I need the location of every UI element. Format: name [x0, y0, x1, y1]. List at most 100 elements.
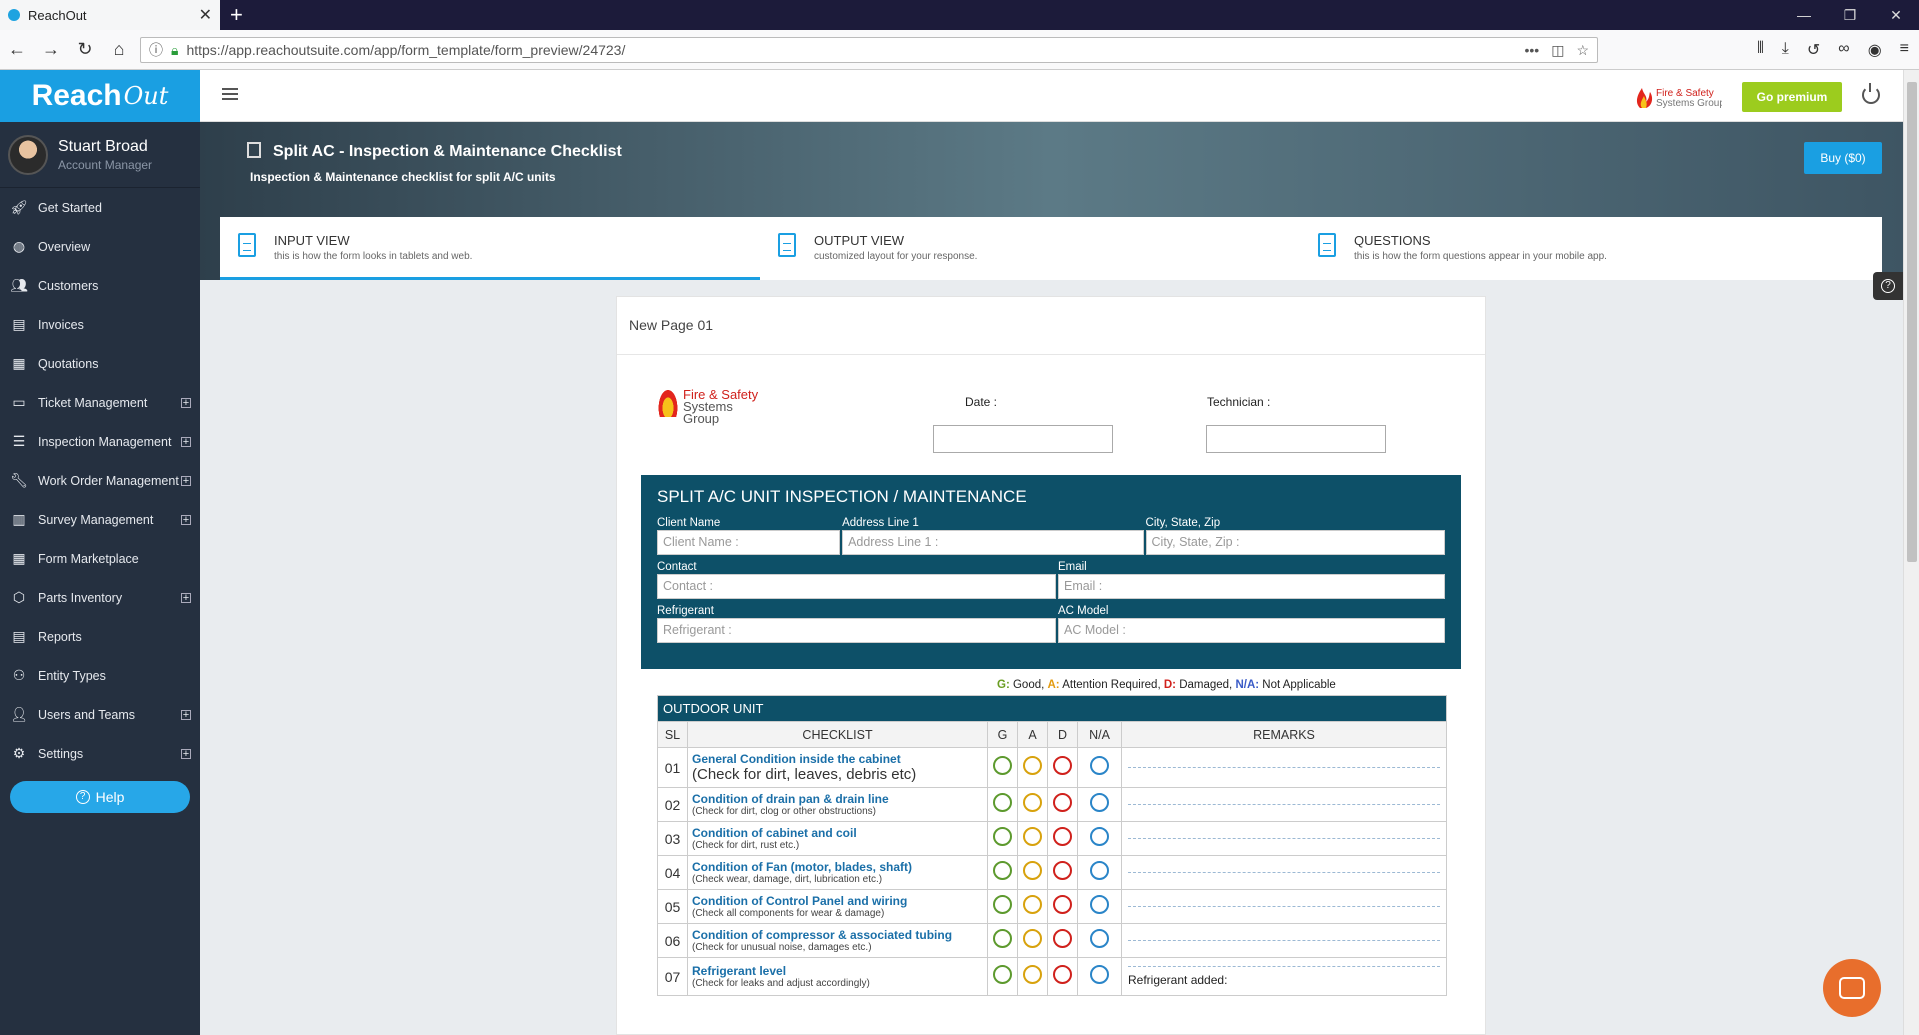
sidebar-item-settings[interactable]: ⚙ Settings +: [0, 734, 200, 773]
radio-not-applicable[interactable]: [1090, 964, 1109, 984]
radio-attention[interactable]: [1023, 860, 1042, 880]
sidebar-item-parts-inventory[interactable]: ⬡ Parts Inventory +: [0, 578, 200, 617]
radio-damaged[interactable]: [1053, 792, 1072, 812]
radio-damaged[interactable]: [1053, 928, 1072, 948]
email-field[interactable]: Email :: [1057, 574, 1445, 599]
sidebar-item-form-marketplace[interactable]: ▦ Form Marketplace: [0, 539, 200, 578]
sidebar-item-entity-types[interactable]: ⚇ Entity Types: [0, 656, 200, 695]
radio-damaged[interactable]: [1053, 826, 1072, 846]
sidebar-item-ticket-management[interactable]: ▭ Ticket Management +: [0, 383, 200, 422]
power-icon[interactable]: [1862, 83, 1880, 104]
restore-icon[interactable]: ❐: [1827, 0, 1873, 30]
radio-good[interactable]: [993, 792, 1012, 812]
remarks-line[interactable]: [1128, 767, 1440, 768]
download-icon[interactable]: ⤓: [1782, 40, 1789, 60]
refrigerant-field[interactable]: Refrigerant :: [657, 618, 1056, 643]
radio-good[interactable]: [993, 894, 1012, 914]
sidebar-item-invoices[interactable]: ▤ Invoices: [0, 305, 200, 344]
radio-damaged[interactable]: [1053, 894, 1072, 914]
extension-icon[interactable]: ∞: [1838, 40, 1849, 60]
chat-launcher-button[interactable]: [1823, 959, 1881, 1017]
tab-input-view[interactable]: INPUT VIEW this is how the form looks in …: [220, 217, 760, 280]
sidebar-item-overview[interactable]: ◍ Overview: [0, 227, 200, 266]
info-icon[interactable]: ⓘ: [149, 40, 163, 60]
reload-icon[interactable]: ↻: [68, 39, 102, 60]
radio-good[interactable]: [993, 928, 1012, 948]
client-name-field[interactable]: Client Name :: [657, 530, 841, 555]
radio-good[interactable]: [993, 826, 1012, 846]
forward-icon[interactable]: →: [34, 39, 68, 60]
radio-not-applicable[interactable]: [1090, 860, 1109, 880]
remarks-line[interactable]: [1128, 906, 1440, 907]
expand-plus-icon[interactable]: +: [181, 475, 191, 486]
radio-not-applicable[interactable]: [1090, 894, 1109, 914]
history-icon[interactable]: ↺: [1807, 40, 1820, 60]
library-icon[interactable]: ⫴: [1757, 40, 1764, 60]
app-logo[interactable]: Reach Out: [0, 70, 200, 122]
radio-damaged[interactable]: [1053, 964, 1072, 984]
minimize-icon[interactable]: —: [1781, 0, 1827, 30]
sidebar-item-users-and-teams[interactable]: 👤︎ Users and Teams +: [0, 695, 200, 734]
radio-not-applicable[interactable]: [1090, 826, 1109, 846]
radio-attention[interactable]: [1023, 755, 1042, 775]
radio-attention[interactable]: [1023, 826, 1042, 846]
ac-model-field[interactable]: AC Model :: [1057, 618, 1445, 643]
radio-not-applicable[interactable]: [1090, 928, 1109, 948]
radio-attention[interactable]: [1023, 964, 1042, 984]
radio-attention[interactable]: [1023, 894, 1042, 914]
bookmark-star-icon[interactable]: ☆: [1576, 42, 1589, 59]
tab-questions[interactable]: QUESTIONS this is how the form questions …: [1300, 217, 1840, 280]
radio-damaged[interactable]: [1053, 860, 1072, 880]
new-tab-icon[interactable]: +: [230, 2, 243, 28]
help-float-button[interactable]: ?: [1873, 272, 1903, 300]
expand-plus-icon[interactable]: +: [181, 514, 191, 525]
go-premium-button[interactable]: Go premium: [1742, 82, 1842, 112]
buy-button[interactable]: Buy ($0): [1804, 142, 1882, 174]
contact-field[interactable]: Contact :: [657, 574, 1056, 599]
remarks-line[interactable]: [1128, 940, 1440, 941]
address-field[interactable]: Address Line 1 :: [842, 530, 1144, 555]
browser-tab[interactable]: ReachOut ✕: [0, 0, 220, 30]
sidebar-item-work-order-management[interactable]: 🔧︎ Work Order Management +: [0, 461, 200, 500]
account-icon[interactable]: ◉: [1868, 40, 1882, 60]
expand-plus-icon[interactable]: +: [181, 709, 191, 720]
home-icon[interactable]: ⌂: [102, 39, 136, 60]
radio-good[interactable]: [993, 755, 1012, 775]
remarks-line[interactable]: [1128, 872, 1440, 873]
page-scrollbar[interactable]: [1903, 70, 1919, 1035]
sidebar-item-customers[interactable]: 👥︎ Customers: [0, 266, 200, 305]
page-actions-icon[interactable]: •••: [1524, 42, 1539, 59]
sidebar-item-reports[interactable]: ▤ Reports: [0, 617, 200, 656]
radio-attention[interactable]: [1023, 792, 1042, 812]
city-field[interactable]: City, State, Zip :: [1145, 530, 1445, 555]
radio-damaged[interactable]: [1053, 755, 1072, 775]
radio-attention[interactable]: [1023, 928, 1042, 948]
remarks-line[interactable]: [1128, 838, 1440, 839]
sidebar-item-get-started[interactable]: 🚀︎ Get Started: [0, 188, 200, 227]
technician-field[interactable]: [1206, 425, 1386, 453]
pocket-icon[interactable]: ◫: [1551, 42, 1564, 59]
expand-plus-icon[interactable]: +: [181, 397, 191, 408]
sidebar-item-quotations[interactable]: ▦ Quotations: [0, 344, 200, 383]
url-bar[interactable]: ⓘ 🔒︎ https://app.reachoutsuite.com/app/f…: [140, 37, 1598, 63]
date-field[interactable]: [933, 425, 1113, 453]
user-profile[interactable]: Stuart Broad Account Manager: [0, 122, 200, 188]
sidebar-item-survey-management[interactable]: ▥ Survey Management +: [0, 500, 200, 539]
radio-not-applicable[interactable]: [1090, 755, 1109, 775]
tab-output-view[interactable]: OUTPUT VIEW customized layout for your re…: [760, 217, 1300, 280]
hamburger-icon[interactable]: [222, 88, 238, 100]
help-button[interactable]: ? Help: [10, 781, 190, 813]
remarks-line[interactable]: [1128, 804, 1440, 805]
menu-icon[interactable]: ≡: [1900, 40, 1909, 60]
close-tab-icon[interactable]: ✕: [199, 5, 212, 25]
expand-plus-icon[interactable]: +: [181, 436, 191, 447]
radio-good[interactable]: [993, 964, 1012, 984]
scrollbar-thumb[interactable]: [1907, 82, 1917, 562]
expand-plus-icon[interactable]: +: [181, 748, 191, 759]
sidebar-item-inspection-management[interactable]: ☰ Inspection Management +: [0, 422, 200, 461]
radio-not-applicable[interactable]: [1090, 792, 1109, 812]
remarks-line[interactable]: [1128, 966, 1440, 967]
expand-plus-icon[interactable]: +: [181, 592, 191, 603]
radio-good[interactable]: [993, 860, 1012, 880]
back-icon[interactable]: ←: [0, 39, 34, 60]
